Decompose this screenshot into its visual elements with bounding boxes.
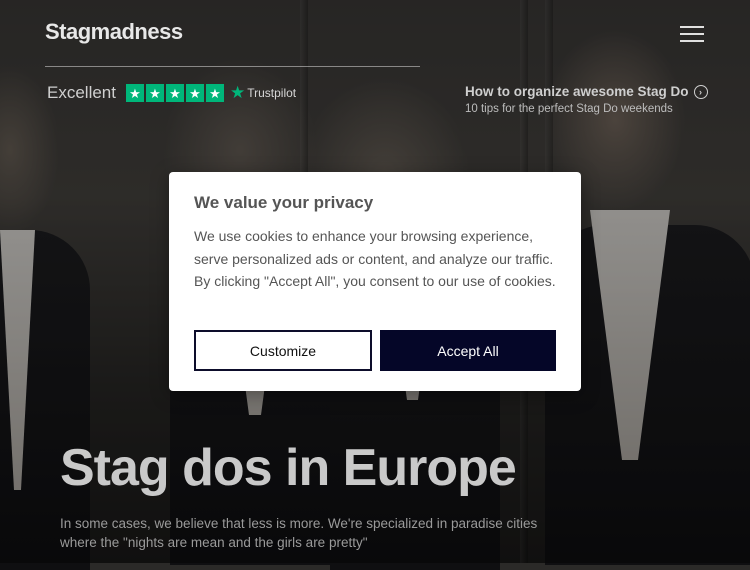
site-logo[interactable]: Stagmadness bbox=[45, 19, 183, 45]
cookie-consent-dialog: We value your privacy We use cookies to … bbox=[169, 172, 581, 391]
trustpilot-rating[interactable]: Excellent ★ ★ ★ ★ ★ ★ Trustpilot bbox=[47, 83, 296, 103]
hero-description: In some cases, we believe that less is m… bbox=[60, 516, 538, 550]
chevron-right-circle-icon: › bbox=[693, 84, 708, 99]
header-divider bbox=[45, 66, 420, 67]
trustpilot-brand: Trustpilot bbox=[247, 86, 297, 100]
star-icon: ★ bbox=[185, 84, 204, 102]
star-icon: ★ bbox=[205, 84, 224, 102]
star-icon: ★ bbox=[165, 84, 184, 102]
cookie-dialog-title: We value your privacy bbox=[194, 193, 374, 212]
star-icon: ★ bbox=[125, 84, 144, 102]
hero-title: Stag dos in Europe bbox=[60, 439, 517, 497]
cookie-dialog-body: We use cookies to enhance your browsing … bbox=[194, 228, 556, 289]
customize-button[interactable]: Customize bbox=[194, 330, 372, 371]
stag-do-guide-link[interactable]: How to organize awesome Stag Do › 10 tip… bbox=[465, 84, 708, 115]
accept-all-button[interactable]: Accept All bbox=[380, 330, 556, 371]
promo-title: How to organize awesome Stag Do bbox=[465, 84, 689, 99]
promo-subtitle: 10 tips for the perfect Stag Do weekends bbox=[465, 103, 673, 115]
trustpilot-logo-star-icon: ★ bbox=[229, 83, 246, 102]
hamburger-menu-icon[interactable] bbox=[680, 24, 707, 44]
rating-stars: ★ ★ ★ ★ ★ bbox=[125, 84, 224, 102]
rating-word: Excellent bbox=[47, 83, 116, 102]
star-icon: ★ bbox=[145, 84, 164, 102]
